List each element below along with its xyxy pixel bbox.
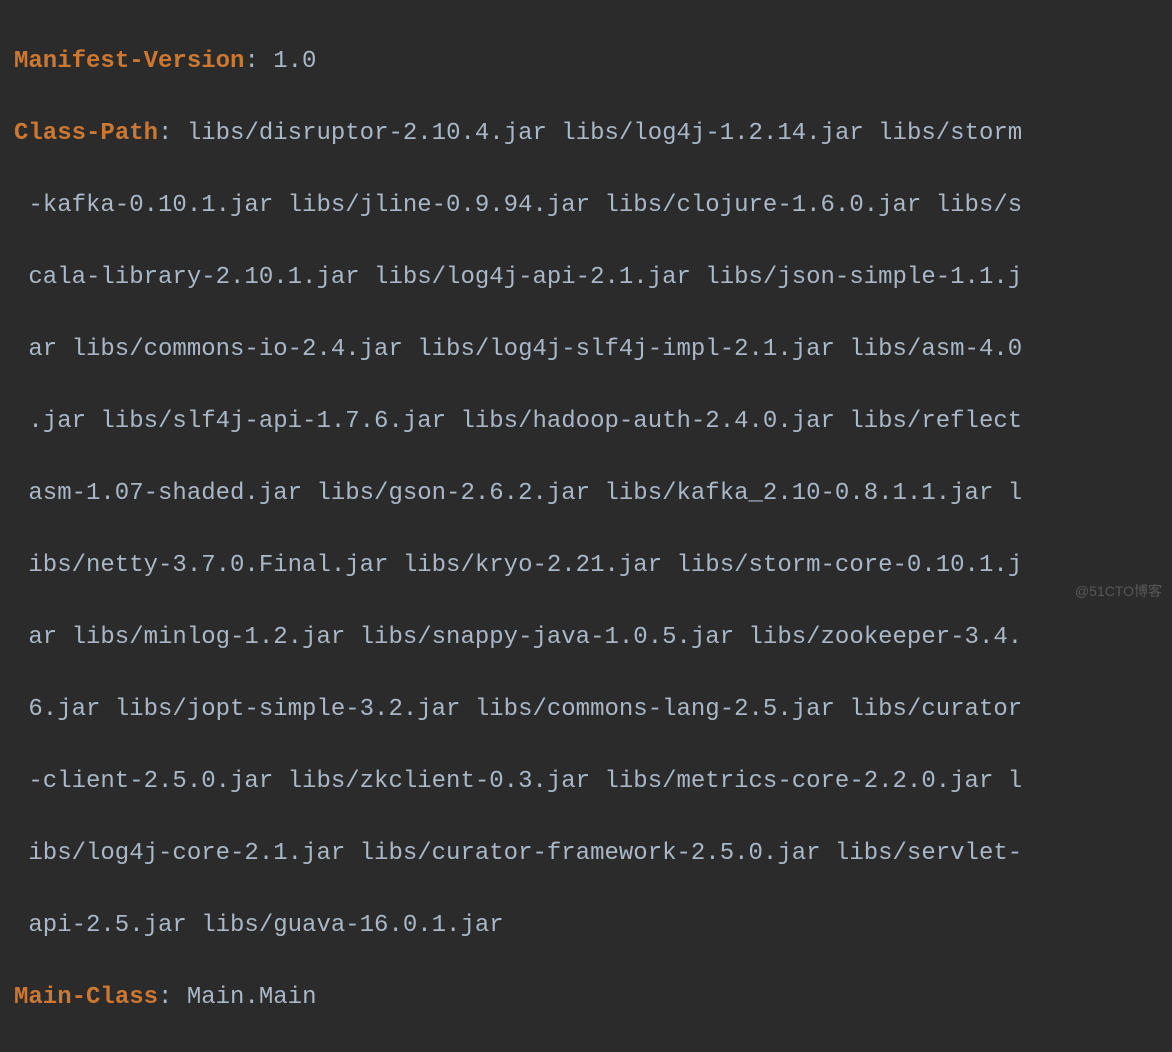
watermark-text: @51CTO博客 xyxy=(1075,581,1162,602)
colon: : xyxy=(158,120,187,147)
classpath-line-4: .jar libs/slf4j-api-1.7.6.jar libs/hadoo… xyxy=(14,404,1158,440)
manifest-version-line: Manifest-Version: 1.0 xyxy=(14,44,1158,80)
manifest-code-block: Manifest-Version: 1.0 Class-Path: libs/d… xyxy=(14,8,1158,1052)
classpath-line-2: cala-library-2.10.1.jar libs/log4j-api-2… xyxy=(14,260,1158,296)
classpath-value-6: ibs/netty-3.7.0.Final.jar libs/kryo-2.21… xyxy=(28,552,1022,579)
classpath-value-2: cala-library-2.10.1.jar libs/log4j-api-2… xyxy=(28,264,1022,291)
mainclass-key: Main-Class xyxy=(14,984,158,1011)
classpath-line-3: ar libs/commons-io-2.4.jar libs/log4j-sl… xyxy=(14,332,1158,368)
classpath-line-8: 6.jar libs/jopt-simple-3.2.jar libs/comm… xyxy=(14,692,1158,728)
colon: : xyxy=(158,984,187,1011)
classpath-line-1: -kafka-0.10.1.jar libs/jline-0.9.94.jar … xyxy=(14,188,1158,224)
classpath-value-5: asm-1.07-shaded.jar libs/gson-2.6.2.jar … xyxy=(28,480,1022,507)
classpath-line-5: asm-1.07-shaded.jar libs/gson-2.6.2.jar … xyxy=(14,476,1158,512)
classpath-line-9: -client-2.5.0.jar libs/zkclient-0.3.jar … xyxy=(14,764,1158,800)
classpath-line-7: ar libs/minlog-1.2.jar libs/snappy-java-… xyxy=(14,620,1158,656)
classpath-key: Class-Path xyxy=(14,120,158,147)
classpath-line-10: ibs/log4j-core-2.1.jar libs/curator-fram… xyxy=(14,836,1158,872)
classpath-value-8: 6.jar libs/jopt-simple-3.2.jar libs/comm… xyxy=(28,696,1022,723)
classpath-value-9: -client-2.5.0.jar libs/zkclient-0.3.jar … xyxy=(28,768,1022,795)
classpath-value-1: -kafka-0.10.1.jar libs/jline-0.9.94.jar … xyxy=(28,192,1022,219)
classpath-value-10: ibs/log4j-core-2.1.jar libs/curator-fram… xyxy=(28,840,1022,867)
colon: : xyxy=(244,48,273,75)
classpath-value-0: libs/disruptor-2.10.4.jar libs/log4j-1.2… xyxy=(187,120,1022,147)
classpath-value-11: api-2.5.jar libs/guava-16.0.1.jar xyxy=(28,912,503,939)
mainclass-value: Main.Main xyxy=(187,984,317,1011)
classpath-value-4: .jar libs/slf4j-api-1.7.6.jar libs/hadoo… xyxy=(28,408,1022,435)
classpath-value-7: ar libs/minlog-1.2.jar libs/snappy-java-… xyxy=(28,624,1022,651)
classpath-line-0: Class-Path: libs/disruptor-2.10.4.jar li… xyxy=(14,116,1158,152)
mainclass-line: Main-Class: Main.Main xyxy=(14,980,1158,1016)
manifest-version-key: Manifest-Version xyxy=(14,48,244,75)
classpath-value-3: ar libs/commons-io-2.4.jar libs/log4j-sl… xyxy=(28,336,1022,363)
classpath-line-6: ibs/netty-3.7.0.Final.jar libs/kryo-2.21… xyxy=(14,548,1158,584)
classpath-line-11: api-2.5.jar libs/guava-16.0.1.jar xyxy=(14,908,1158,944)
manifest-version-value: 1.0 xyxy=(273,48,316,75)
